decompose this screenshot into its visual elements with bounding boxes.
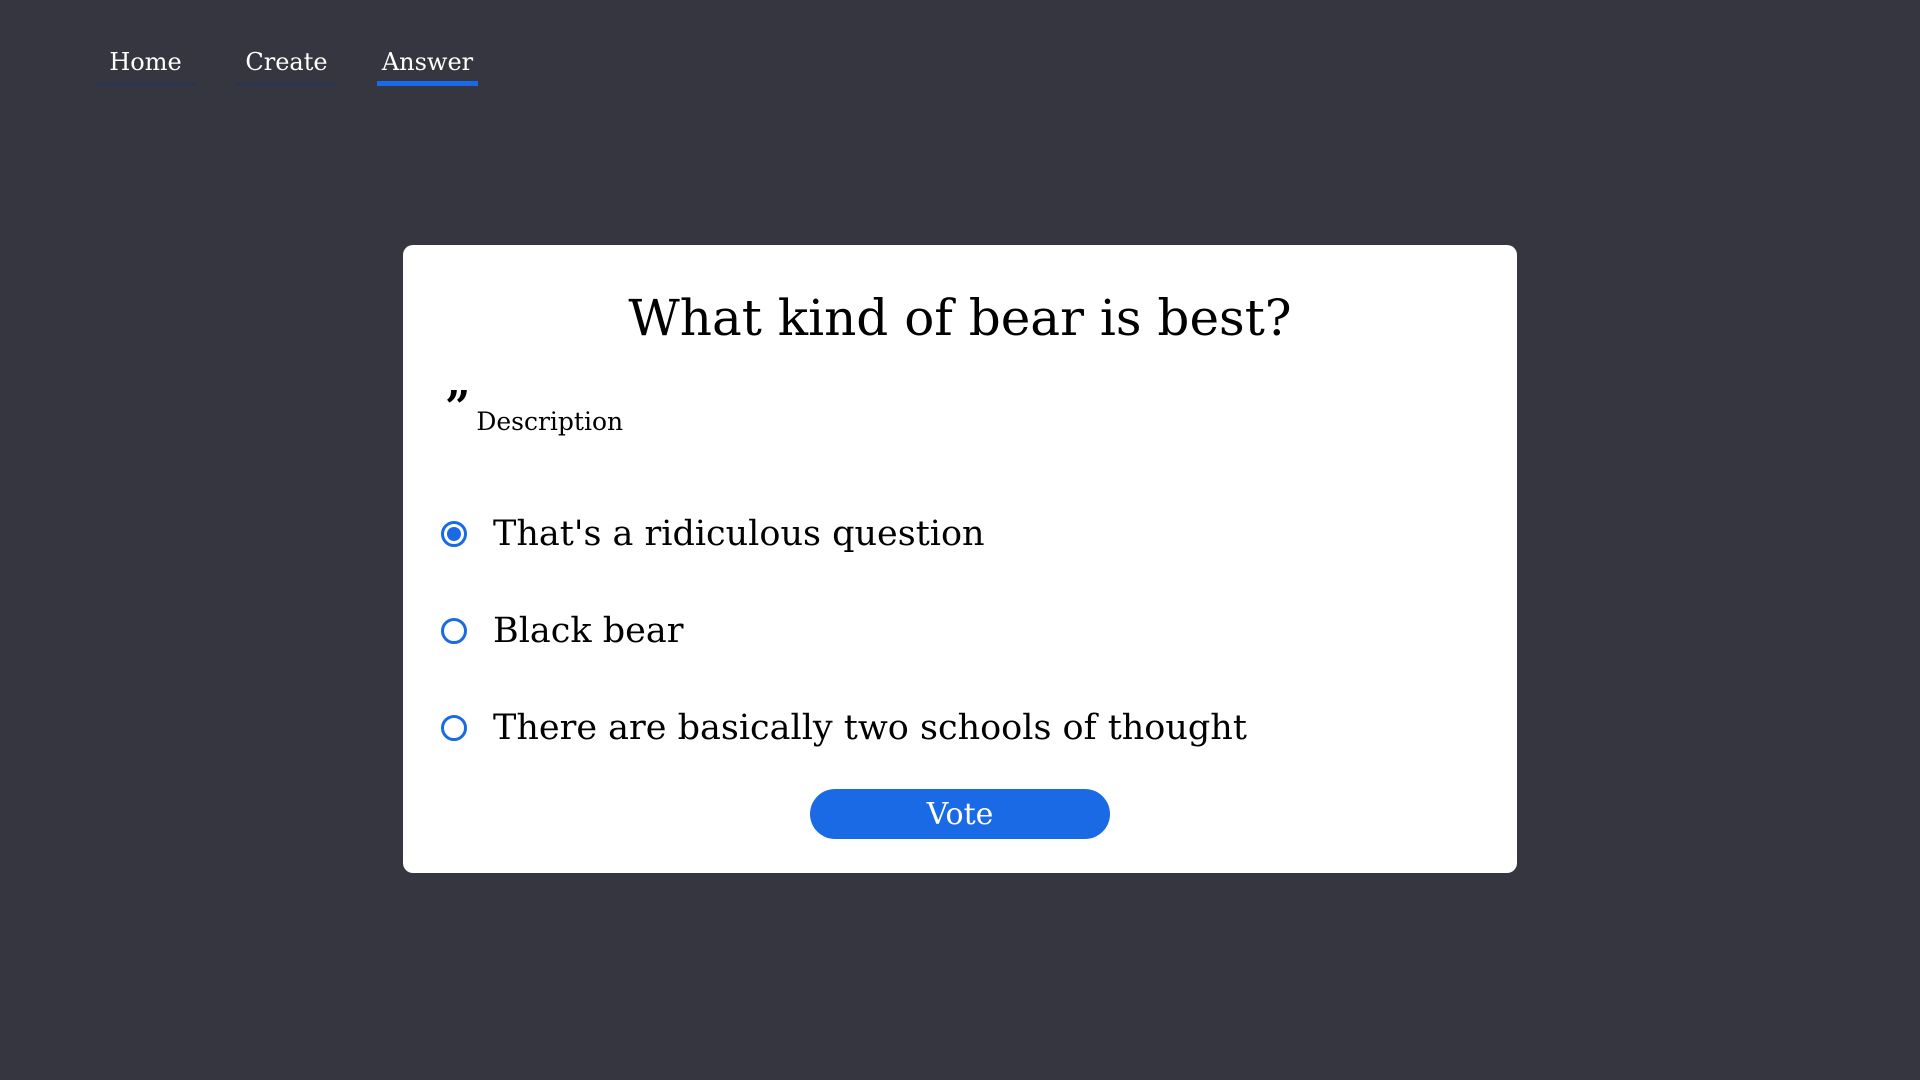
- poll-question: What kind of bear is best?: [628, 289, 1292, 347]
- radio-button-selected[interactable]: [441, 520, 467, 547]
- poll-card: What kind of bear is best? ” Description…: [403, 245, 1517, 873]
- option-label: There are basically two schools of thoug…: [493, 707, 1247, 748]
- tab-answer[interactable]: Answer: [377, 42, 478, 86]
- radio-button[interactable]: [441, 714, 467, 741]
- vote-button[interactable]: Vote: [810, 789, 1110, 839]
- top-nav: Home Create Answer: [95, 42, 478, 86]
- poll-option[interactable]: That's a ridiculous question: [441, 485, 1247, 582]
- quote-icon: ”: [445, 382, 471, 433]
- option-label: That's a ridiculous question: [493, 513, 985, 554]
- description-text: Description: [476, 407, 624, 436]
- poll-option[interactable]: There are basically two schools of thoug…: [441, 679, 1247, 776]
- radio-dot: [447, 526, 461, 541]
- poll-option[interactable]: Black bear: [441, 582, 1247, 679]
- tab-home[interactable]: Home: [95, 42, 196, 86]
- poll-description: ” Description: [445, 382, 624, 437]
- poll-options: That's a ridiculous question Black bear …: [441, 485, 1247, 776]
- tab-create[interactable]: Create: [236, 42, 337, 86]
- radio-button[interactable]: [441, 617, 467, 644]
- option-label: Black bear: [493, 610, 684, 651]
